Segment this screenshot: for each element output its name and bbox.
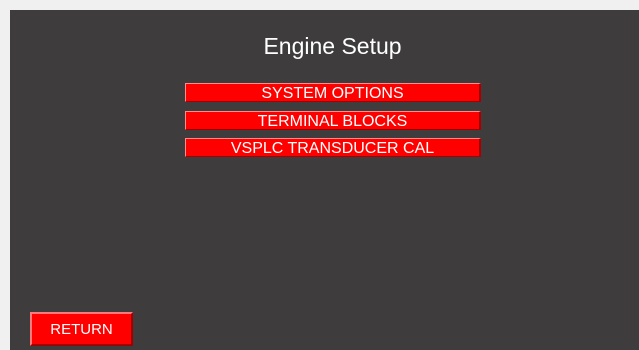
page-title: Engine Setup bbox=[263, 33, 402, 59]
system-options-button[interactable]: SYSTEM OPTIONS bbox=[185, 83, 481, 102]
vsplc-transducer-cal-button[interactable]: VSPLC TRANSDUCER CAL bbox=[185, 138, 481, 157]
hmi-screen: Engine Setup SYSTEM OPTIONS TERMINAL BLO… bbox=[10, 10, 639, 350]
terminal-blocks-button[interactable]: TERMINAL BLOCKS bbox=[185, 111, 481, 130]
return-button[interactable]: RETURN bbox=[30, 312, 133, 346]
